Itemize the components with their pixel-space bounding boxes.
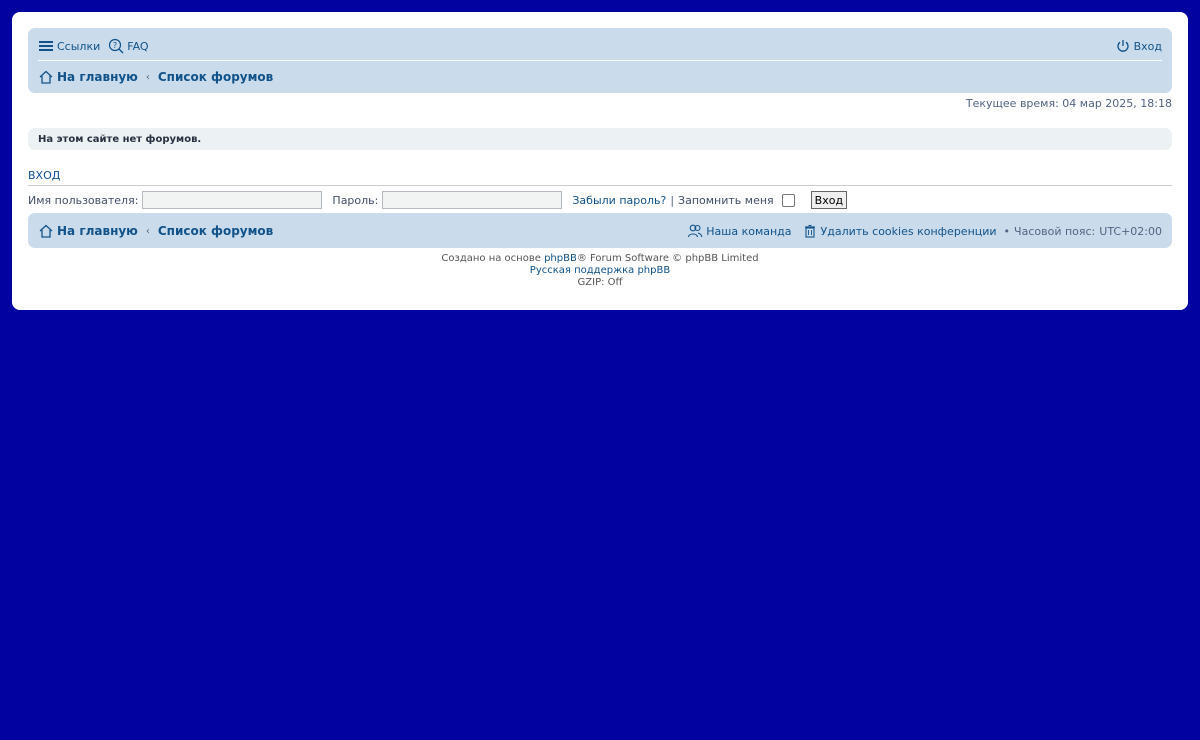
username-field[interactable] <box>142 191 323 209</box>
home-icon <box>38 223 54 239</box>
password-label: Пароль: <box>332 193 379 207</box>
header-row-quick-links: Ссылки ? FAQ Вход <box>38 36 1162 56</box>
breadcrumb-forums[interactable]: Список форумов <box>158 70 273 84</box>
remember-me-label: Запомнить меня <box>678 193 774 207</box>
svg-text:?: ? <box>113 41 117 50</box>
username-label: Имя пользователя: <box>28 193 139 207</box>
header-navbar: Ссылки ? FAQ Вход На главную ‹ Список фо… <box>28 28 1172 93</box>
footer-links: Наша команда Удалить cookies конференции… <box>687 223 1162 239</box>
login-link-label: Вход <box>1133 39 1162 53</box>
hamburger-icon <box>38 38 54 54</box>
faq-link[interactable]: ? FAQ <box>108 38 149 54</box>
login-form: Имя пользователя: Пароль: Забыли пароль?… <box>28 190 848 210</box>
copyright-suffix: ® Forum Software © phpBB Limited <box>576 253 759 264</box>
links-menu-button[interactable]: Ссылки <box>38 38 100 54</box>
delete-cookies-label: Удалить cookies конференции <box>820 224 997 238</box>
forgot-password-link[interactable]: Забыли пароль? <box>572 194 666 207</box>
team-link-label: Наша команда <box>706 224 792 238</box>
navbar-divider <box>38 60 1162 61</box>
login-submit-button[interactable]: Вход <box>810 191 848 209</box>
breadcrumb: На главную ‹ Список форумов <box>38 67 1162 87</box>
links-menu-label: Ссылки <box>57 39 101 53</box>
footer-breadcrumb-home-label: На главную <box>57 224 138 238</box>
copyright-prefix: Создано на основе <box>441 253 541 264</box>
power-icon <box>1115 38 1131 54</box>
footer-row: На главную ‹ Список форумов Наша команда… <box>38 221 1162 241</box>
delete-cookies-link[interactable]: Удалить cookies конференции <box>802 223 997 239</box>
breadcrumb-chevron-icon: ‹ <box>145 71 150 83</box>
team-link[interactable]: Наша команда <box>687 223 792 239</box>
timezone-value: UTC+02:00 <box>1099 224 1162 238</box>
gzip-status: GZIP: Off <box>577 277 623 288</box>
trash-icon <box>802 223 818 239</box>
footer-navbar: На главную ‹ Список форумов Наша команда… <box>28 213 1172 248</box>
russian-support-link[interactable]: Русская поддержка phpBB <box>530 265 670 276</box>
current-time: Текущее время: 04 мар 2025, 18:18 <box>965 97 1172 110</box>
phpbb-link[interactable]: phpBB <box>544 253 577 264</box>
password-field[interactable] <box>382 191 563 209</box>
page-wrapper: Ссылки ? FAQ Вход На главную ‹ Список фо… <box>12 12 1188 310</box>
remember-me-checkbox[interactable] <box>781 193 795 207</box>
faq-label: FAQ <box>127 39 149 53</box>
login-separator: | <box>670 193 675 207</box>
home-icon <box>38 69 54 85</box>
breadcrumb-home-label: На главную <box>57 70 138 84</box>
copyright-line: Создано на основе phpBB® Forum Software … <box>12 253 1188 265</box>
copyright-block: Создано на основе phpBB® Forum Software … <box>12 253 1188 289</box>
no-forums-notice: На этом сайте нет форумов. <box>28 128 1172 150</box>
users-icon <box>687 223 703 239</box>
timezone-label: Часовой пояс: <box>1014 224 1096 238</box>
question-icon: ? <box>108 38 124 54</box>
login-link[interactable]: Вход <box>1115 38 1162 54</box>
footer-breadcrumb-home[interactable]: На главную <box>38 223 138 239</box>
login-heading: Вход <box>28 169 1172 186</box>
bullet-separator: • <box>1003 224 1011 238</box>
footer-breadcrumb-chevron-icon: ‹ <box>145 225 150 237</box>
breadcrumb-home[interactable]: На главную <box>38 69 138 85</box>
footer-breadcrumb-forums[interactable]: Список форумов <box>158 224 273 238</box>
